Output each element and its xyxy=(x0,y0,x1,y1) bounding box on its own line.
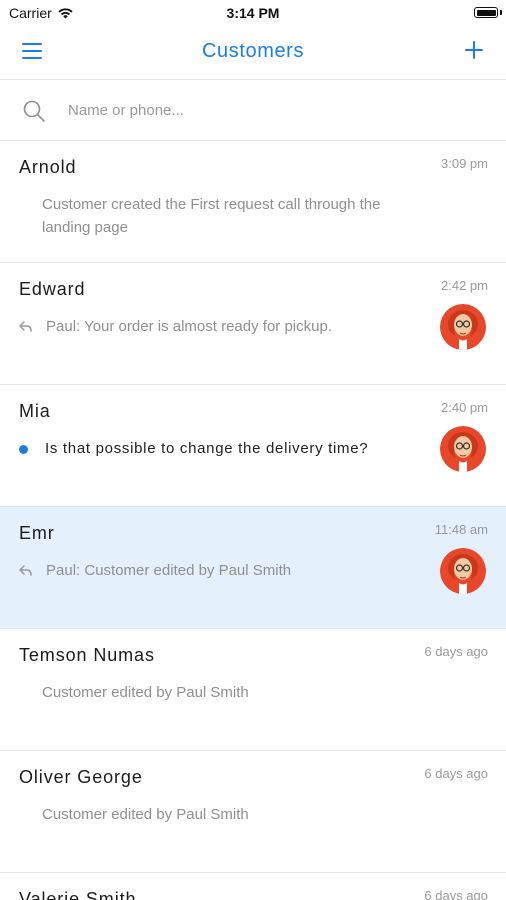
last-message: Customer created the First request call … xyxy=(42,196,381,236)
avatar xyxy=(440,426,486,472)
agent-avatar-icon xyxy=(440,426,486,472)
customer-row[interactable]: Oliver George 6 days ago Customer edited… xyxy=(0,751,506,873)
customer-row[interactable]: Emr 11:48 am Paul: Customer edited by Pa… xyxy=(0,507,506,629)
last-message: Paul: Customer edited by Paul Smith xyxy=(46,562,292,579)
customer-row[interactable]: Temson Numas 6 days ago Customer edited … xyxy=(0,629,506,751)
last-activity-time: 6 days ago xyxy=(424,644,488,659)
customer-row[interactable]: Valerie Smith 6 days ago xyxy=(0,873,506,900)
agent-avatar-icon xyxy=(440,304,486,350)
page-title: Customers xyxy=(201,40,305,62)
customer-name: Oliver George xyxy=(19,767,143,787)
nav-bar: Customers xyxy=(0,26,506,80)
status-time: 3:14 PM xyxy=(226,5,280,21)
status-bar: Carrier 3:14 PM xyxy=(0,0,506,26)
customer-name: Valerie Smith xyxy=(19,889,137,900)
reply-icon xyxy=(19,565,32,576)
last-activity-time: 2:42 pm xyxy=(441,278,488,293)
agent-avatar-icon xyxy=(440,548,486,594)
search-input[interactable] xyxy=(68,97,468,123)
last-activity-time: 3:09 pm xyxy=(441,156,488,171)
battery-fill xyxy=(476,9,496,16)
customer-name: Arnold xyxy=(19,157,77,177)
plus-icon xyxy=(465,41,483,59)
battery-tip xyxy=(500,10,502,15)
battery-icon xyxy=(474,7,498,18)
last-activity-time: 6 days ago xyxy=(424,888,488,900)
customer-name: Temson Numas xyxy=(19,645,155,665)
last-activity-time: 6 days ago xyxy=(424,766,488,781)
customer-name: Edward xyxy=(19,279,86,299)
avatar xyxy=(440,548,486,594)
last-message: Customer edited by Paul Smith xyxy=(42,684,249,701)
search-icon xyxy=(23,100,45,122)
customer-row[interactable]: Edward 2:42 pm Paul: Your order is almos… xyxy=(0,263,506,385)
last-message: Is that possible to change the delivery … xyxy=(45,440,369,457)
last-message: Customer edited by Paul Smith xyxy=(42,806,249,823)
screen: Carrier 3:14 PM Customers Name or phone.… xyxy=(0,0,506,900)
last-message: Paul: Your order is almost ready for pic… xyxy=(46,318,332,335)
last-activity-time: 11:48 am xyxy=(434,522,488,537)
customer-row[interactable]: Mia 2:40 pm Is that possible to change t… xyxy=(0,385,506,507)
customer-name: Emr xyxy=(19,523,55,543)
customer-name: Mia xyxy=(19,401,51,421)
add-customer-button[interactable] xyxy=(462,38,486,62)
unread-dot xyxy=(19,445,28,454)
reply-icon xyxy=(19,321,32,332)
customer-list: Arnold 3:09 pm Customer created the Firs… xyxy=(0,141,506,900)
last-activity-time: 2:40 pm xyxy=(441,400,488,415)
customer-row[interactable]: Arnold 3:09 pm Customer created the Firs… xyxy=(0,141,506,263)
avatar xyxy=(440,304,486,350)
search-bar xyxy=(0,80,506,141)
